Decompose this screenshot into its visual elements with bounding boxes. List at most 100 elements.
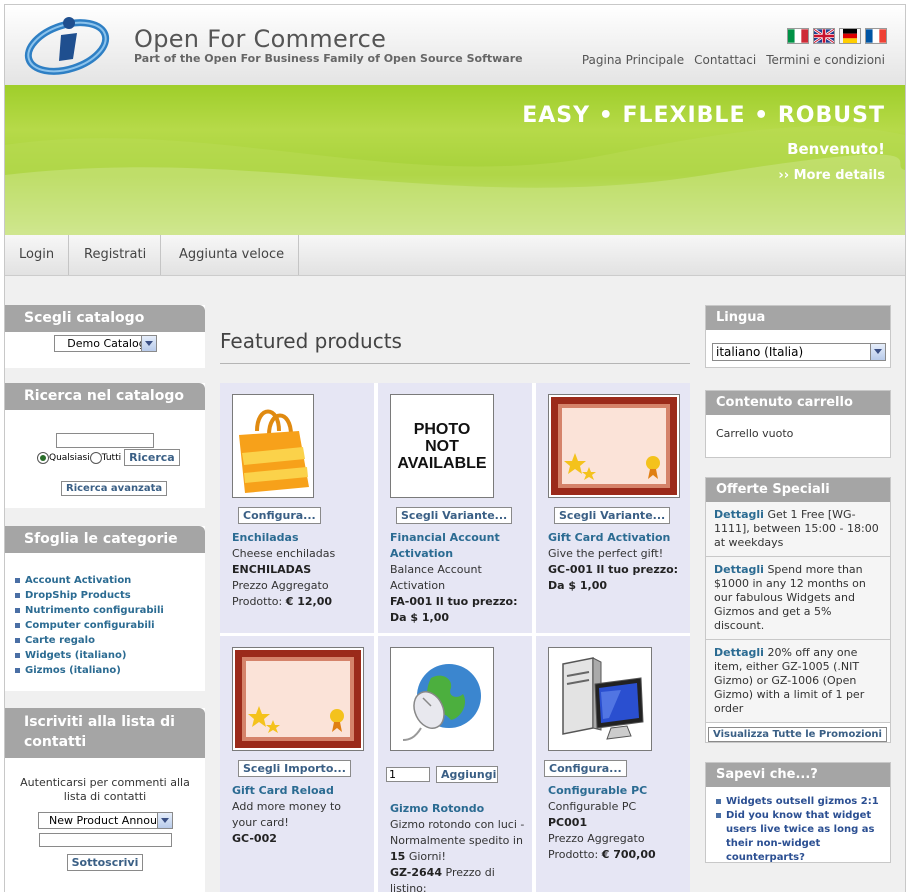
- product-code: PC001: [548, 816, 588, 829]
- radio-all-label: Tutti: [101, 452, 122, 463]
- product-image[interactable]: [548, 647, 652, 751]
- offer-item: Dettagli 20% off any one item, either GZ…: [706, 640, 890, 723]
- product-price: € 12,00: [285, 595, 333, 608]
- product-price: Da $ 1,00: [548, 579, 608, 592]
- link-contact[interactable]: Contattaci: [694, 53, 756, 67]
- computer-icon: [562, 657, 644, 740]
- product-code: GZ-2644: [390, 866, 442, 879]
- category-item[interactable]: Nutrimento configurabili: [15, 603, 205, 618]
- radio-all[interactable]: [89, 451, 102, 464]
- globe-mouse-icon: [402, 664, 481, 741]
- link-terms[interactable]: Termini e condizioni: [766, 53, 885, 67]
- shopping-bag-icon: [239, 409, 309, 493]
- categories-box: Sfoglia le categorie Account Activation …: [5, 526, 205, 691]
- more-details-link[interactable]: ›› More details: [778, 168, 885, 183]
- offer-details-link[interactable]: Dettagli: [714, 646, 764, 659]
- site-subtitle: Part of the Open For Business Family of …: [134, 52, 523, 65]
- offer-details-link[interactable]: Dettagli: [714, 508, 764, 521]
- gift-certificate-icon: [235, 650, 361, 748]
- search-input[interactable]: [56, 433, 154, 448]
- product-image[interactable]: PHOTO NOT AVAILABLE: [390, 394, 494, 498]
- language-select[interactable]: italiano (Italia): [712, 343, 886, 361]
- product-card: PHOTO NOT AVAILABLE Scegli Variante... F…: [378, 383, 532, 633]
- product-name[interactable]: Gift Card Activation: [548, 530, 684, 546]
- choose-amount-button[interactable]: Scegli Importo...: [238, 760, 351, 777]
- flag-italy-icon[interactable]: [787, 28, 809, 44]
- product-card: 1 Aggiungi al carrello Gizmo Rotondo Giz…: [378, 636, 532, 892]
- product-description: Gizmo rotondo con luci - Normalmente spe…: [390, 818, 525, 847]
- gift-certificate-icon: [551, 397, 677, 495]
- ship-days: 15: [390, 850, 406, 863]
- product-name[interactable]: Gizmo Rotondo: [390, 801, 526, 817]
- link-home[interactable]: Pagina Principale: [582, 53, 684, 67]
- choose-variant-button[interactable]: Scegli Variante...: [396, 507, 513, 524]
- product-name[interactable]: Gift Card Reload: [232, 783, 368, 799]
- category-item[interactable]: Carte regalo: [15, 633, 205, 648]
- product-price-label: Il tuo prezzo:: [435, 595, 518, 608]
- offers-box-title: Offerte Speciali: [706, 478, 890, 502]
- site-logo[interactable]: [21, 13, 117, 75]
- did-you-know-list: Widgets outsell gizmos 2:1 Did you know …: [706, 787, 890, 871]
- no-photo-label: PHOTO NOT AVAILABLE: [397, 420, 487, 472]
- tip-item[interactable]: Did you know that widget users live twic…: [716, 809, 890, 865]
- catalog-select[interactable]: Demo Catalog: [53, 335, 157, 352]
- product-code: GC-002: [232, 832, 277, 845]
- choose-variant-button[interactable]: Scegli Variante...: [554, 507, 671, 524]
- category-item[interactable]: DropShip Products: [15, 588, 205, 603]
- flag-uk-icon[interactable]: [813, 28, 835, 44]
- product-image[interactable]: [232, 394, 314, 498]
- product-card: Configura... Enchiladas Cheese enchilada…: [220, 383, 374, 633]
- main-nav: Login Registrati Aggiunta veloce: [5, 235, 905, 276]
- product-price-label: Il tuo prezzo:: [596, 563, 679, 576]
- browser-page: Open For Commerce Part of the Open For B…: [4, 4, 906, 892]
- tab-quick-add[interactable]: Aggiunta veloce: [165, 235, 300, 275]
- product-price: € 700,00: [601, 848, 656, 861]
- product-description: Balance Account Activation: [390, 563, 482, 592]
- tab-register[interactable]: Registrati: [70, 235, 162, 275]
- site-header: Open For Commerce Part of the Open For B…: [5, 5, 905, 86]
- add-to-cart-button[interactable]: Aggiungi al carrello: [436, 766, 498, 783]
- site-title: Open For Commerce: [134, 25, 387, 53]
- email-field[interactable]: [38, 833, 172, 847]
- category-item[interactable]: Widgets (italiano): [15, 648, 205, 663]
- product-name[interactable]: Configurable PC: [548, 783, 684, 799]
- language-box: Lingua italiano (Italia): [705, 305, 891, 368]
- search-button[interactable]: Ricerca: [124, 449, 180, 466]
- quantity-input[interactable]: 1: [386, 767, 430, 782]
- configure-button[interactable]: Configura...: [238, 507, 321, 524]
- radio-any-label: Qualsiasi: [49, 452, 90, 463]
- product-price-label: Prodotto:: [232, 595, 283, 608]
- hero-banner: EASY • FLEXIBLE • ROBUST Benvenuto! ›› M…: [5, 85, 905, 235]
- product-description: Give the perfect gift!: [548, 547, 664, 560]
- did-you-know-title: Sapevi che...?: [706, 763, 890, 787]
- product-image[interactable]: [390, 647, 494, 751]
- title-divider: [220, 363, 690, 364]
- product-code: ENCHILADAS: [232, 563, 312, 576]
- category-item[interactable]: Computer configurabili: [15, 618, 205, 633]
- offer-details-link[interactable]: Dettagli: [714, 563, 764, 576]
- newsletter-note: Autenticarsi per commenti alla lista di …: [20, 776, 190, 803]
- tab-login[interactable]: Login: [5, 235, 70, 275]
- product-name[interactable]: Financial Account Activation: [390, 530, 526, 562]
- product-image[interactable]: [232, 647, 364, 751]
- all-promotions-button[interactable]: Visualizza Tutte le Promozioni: [708, 727, 887, 742]
- tip-item[interactable]: Widgets outsell gizmos 2:1: [716, 795, 890, 809]
- product-card: Scegli Variante... Gift Card Activation …: [536, 383, 690, 633]
- product-name[interactable]: Enchiladas: [232, 530, 368, 546]
- newsletter-select[interactable]: New Product Announ: [37, 812, 173, 829]
- categories-box-title: Sfoglia le categorie: [5, 526, 205, 553]
- subscribe-button[interactable]: Sottoscrivi: [66, 854, 144, 871]
- product-image[interactable]: [548, 394, 680, 498]
- flag-germany-icon[interactable]: [839, 28, 861, 44]
- category-item[interactable]: Gizmos (italiano): [15, 663, 205, 678]
- configure-button[interactable]: Configura...: [544, 760, 627, 777]
- product-card: Configura... Configurable PC Configurabl…: [536, 636, 690, 892]
- category-item[interactable]: Account Activation: [15, 573, 205, 588]
- top-links: Pagina Principale Contattaci Termini e c…: [582, 53, 885, 67]
- page-title: Featured products: [220, 329, 402, 353]
- radio-any[interactable]: [37, 451, 49, 464]
- flag-france-icon[interactable]: [865, 28, 887, 44]
- cart-box-title: Contenuto carrello: [706, 391, 890, 415]
- advanced-search-button[interactable]: Ricerca avanzata: [61, 481, 168, 496]
- chevron-down-icon: [156, 813, 172, 828]
